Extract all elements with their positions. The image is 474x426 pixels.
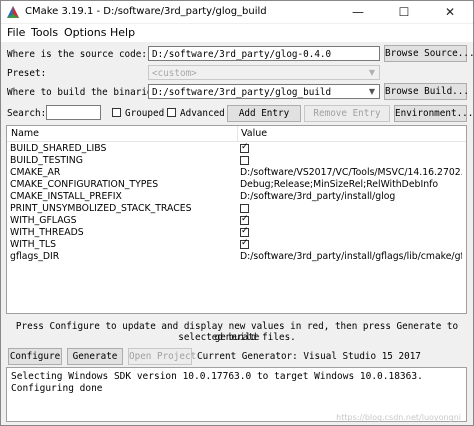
table-row[interactable]: CMAKE_CONFIGURATION_TYPES Debug;Release;… <box>7 179 466 191</box>
source-label: Where is the source code: <box>7 49 147 60</box>
menu-tools[interactable]: Tools <box>31 26 58 39</box>
browse-build-button[interactable]: Browse Build... <box>384 83 469 100</box>
entry-value[interactable]: Debug;Release;MinSizeRel;RelWithDebInfo <box>240 179 462 190</box>
menu-bar: File Tools Options Help <box>1 24 473 42</box>
entry-name: PRINT_UNSYMBOLIZED_STACK_TRACES <box>10 203 192 214</box>
table-header: Name Value <box>7 126 466 142</box>
entry-name: gflags_DIR <box>10 251 60 262</box>
build-path-input[interactable]: D:/software/3rd_party/glog_build <box>148 84 380 99</box>
table-row[interactable]: BUILD_TESTING <box>7 155 466 167</box>
build-label: Where to build the binaries: <box>7 87 164 98</box>
build-chevron-down-icon[interactable]: ▼ <box>365 85 379 98</box>
remove-entry-button: Remove Entry <box>304 105 390 122</box>
table-row[interactable]: CMAKE_AR D:/software/VS2017/VC/Tools/MSV… <box>7 167 466 179</box>
minimize-icon[interactable]: — <box>335 1 381 23</box>
table-row[interactable]: PRINT_UNSYMBOLIZED_STACK_TRACES <box>7 203 466 215</box>
current-generator-label: Current Generator: Visual Studio 15 2017 <box>197 351 421 362</box>
entry-name: WITH_TLS <box>10 239 57 250</box>
preset-chevron-down-icon: ▼ <box>368 68 376 77</box>
entry-name: BUILD_SHARED_LIBS <box>10 143 107 154</box>
entry-value-checkbox[interactable] <box>240 226 249 237</box>
log-line: Selecting Windows SDK version 10.0.17763… <box>11 371 423 382</box>
environment-button[interactable]: Environment... <box>394 105 473 122</box>
column-header-value[interactable]: Value <box>241 128 267 139</box>
entry-name: CMAKE_AR <box>10 167 61 178</box>
entry-value[interactable]: D:/software/3rd_party/install/gflags/lib… <box>240 251 462 262</box>
table-row[interactable]: WITH_TLS <box>7 238 466 251</box>
cmake-logo-icon <box>7 6 19 18</box>
grouped-checkbox[interactable] <box>112 108 121 117</box>
configure-button[interactable]: Configure <box>8 348 62 365</box>
window-title: CMake 3.19.1 - D:/software/3rd_party/glo… <box>25 6 267 17</box>
table-row[interactable]: BUILD_SHARED_LIBS <box>7 142 466 155</box>
instruction-line-2: selected build files. <box>178 332 296 343</box>
entry-value-checkbox[interactable] <box>240 214 249 225</box>
maximize-icon[interactable]: ☐ <box>381 1 427 23</box>
advanced-label: Advanced <box>180 108 225 119</box>
search-input[interactable] <box>46 105 101 120</box>
open-project-button: Open Project <box>128 348 196 365</box>
watermark: https://blog.csdn.net/luoyongni <box>336 413 461 422</box>
close-icon[interactable]: ✕ <box>427 1 473 23</box>
title-bar: CMake 3.19.1 - D:/software/3rd_party/glo… <box>1 1 473 23</box>
entry-value-checkbox[interactable] <box>240 142 249 153</box>
grouped-label: Grouped <box>125 108 165 119</box>
menu-help[interactable]: Help <box>110 26 135 39</box>
entry-name: CMAKE_INSTALL_PREFIX <box>10 191 122 202</box>
source-path-input[interactable]: D:/software/3rd_party/glog-0.4.0 <box>148 46 380 61</box>
entry-name: CMAKE_CONFIGURATION_TYPES <box>10 179 159 190</box>
search-label: Search: <box>7 108 47 119</box>
entry-value[interactable]: D:/software/VS2017/VC/Tools/MSVC/14.16.2… <box>240 167 462 178</box>
table-row[interactable]: WITH_GFLAGS <box>7 214 466 227</box>
generate-button[interactable]: Generate <box>67 348 123 365</box>
table-row[interactable]: gflags_DIR D:/software/3rd_party/install… <box>7 251 466 263</box>
browse-source-button[interactable]: Browse Source... <box>384 45 474 62</box>
cache-table[interactable]: Name Value BUILD_SHARED_LIBS BUILD_TESTI… <box>6 125 467 314</box>
entry-value-checkbox[interactable] <box>240 204 249 213</box>
add-entry-button[interactable]: Add Entry <box>227 105 301 122</box>
cmake-window: CMake 3.19.1 - D:/software/3rd_party/glo… <box>0 0 474 426</box>
preset-select: <custom> <box>148 65 380 80</box>
advanced-checkbox[interactable] <box>167 108 176 117</box>
entry-name: BUILD_TESTING <box>10 155 83 166</box>
entry-name: WITH_GFLAGS <box>10 215 77 226</box>
preset-label: Preset: <box>7 68 47 79</box>
table-row[interactable]: CMAKE_INSTALL_PREFIX D:/software/3rd_par… <box>7 191 466 203</box>
column-header-name[interactable]: Name <box>11 128 39 139</box>
log-line: Configuring done <box>11 383 103 394</box>
entry-name: WITH_THREADS <box>10 227 84 238</box>
entry-value-checkbox[interactable] <box>240 238 249 249</box>
entry-value[interactable]: D:/software/3rd_party/install/glog <box>240 191 462 202</box>
menu-file[interactable]: File <box>7 26 25 39</box>
table-row[interactable]: WITH_THREADS <box>7 226 466 239</box>
entry-value-checkbox[interactable] <box>240 156 249 165</box>
menu-options[interactable]: Options <box>64 26 106 39</box>
column-divider[interactable] <box>237 126 238 141</box>
